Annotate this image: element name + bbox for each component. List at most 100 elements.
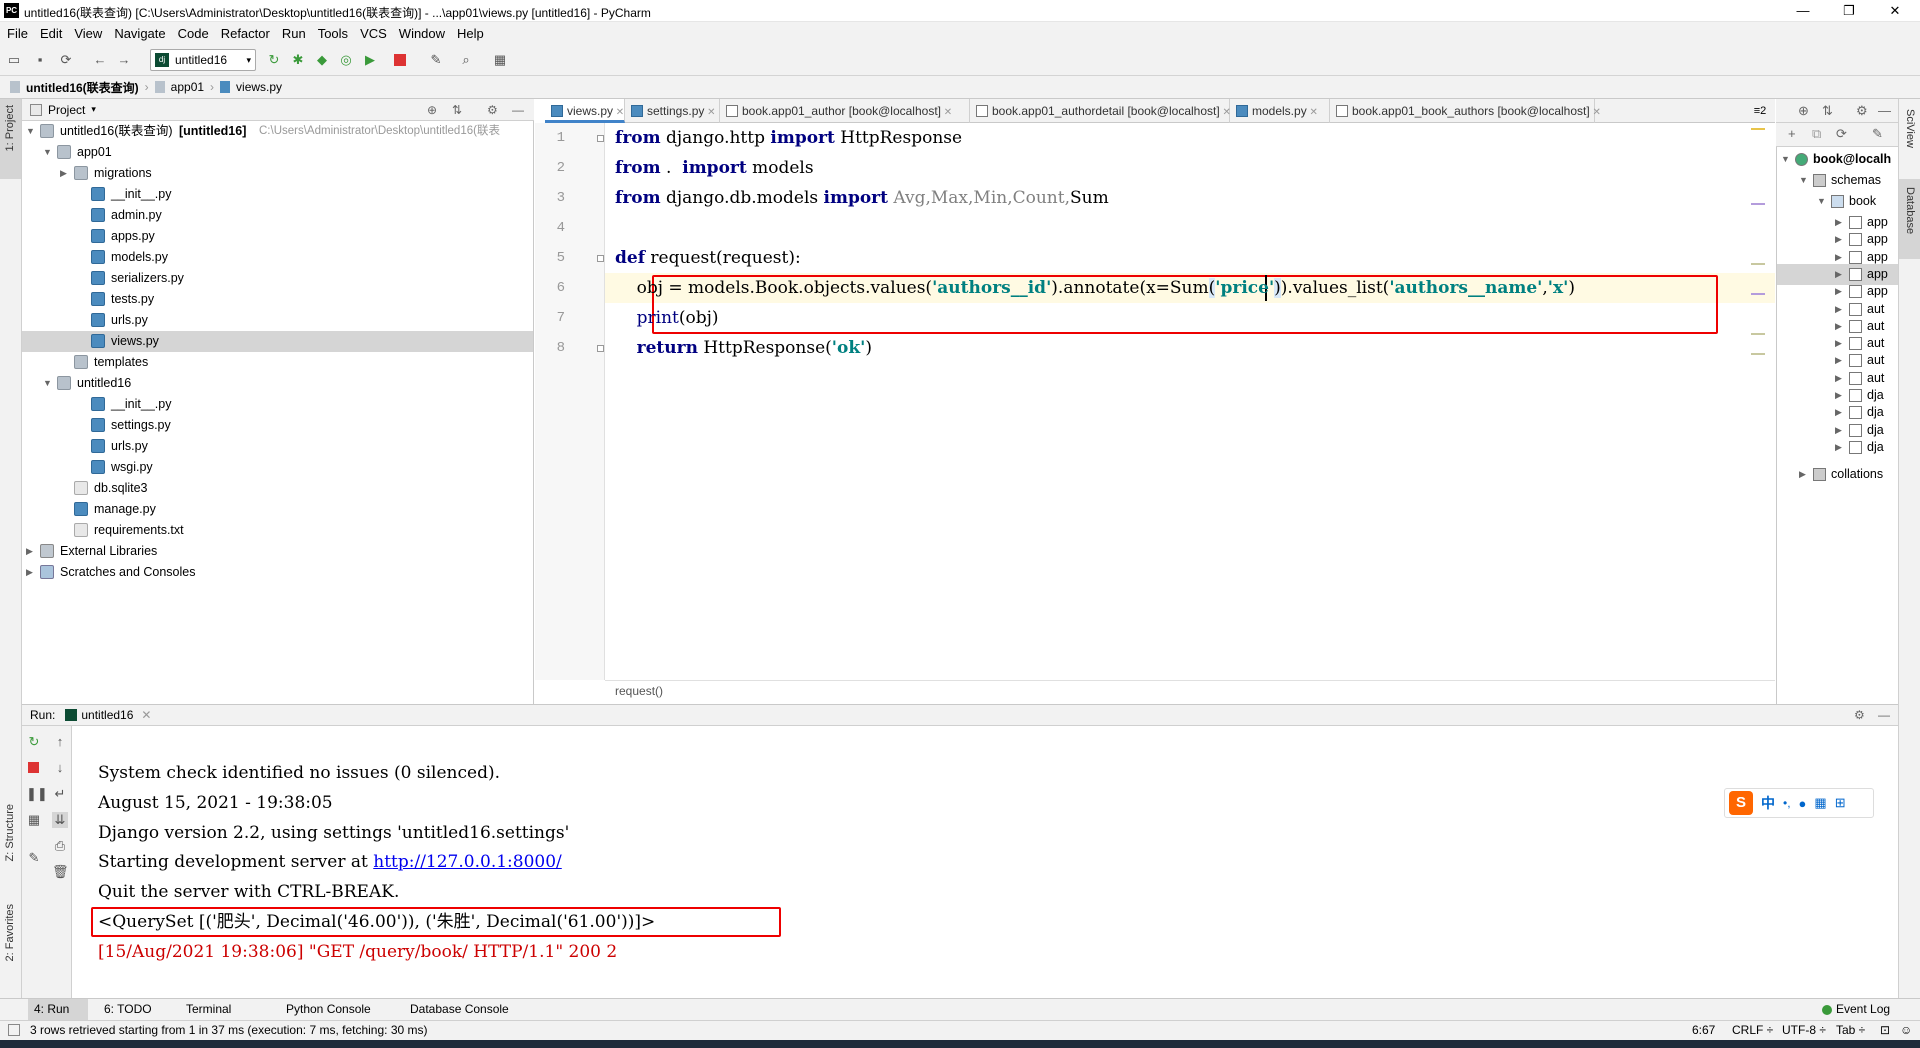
tree-item[interactable]: manage.py bbox=[22, 499, 533, 520]
db-book[interactable]: ▼ book bbox=[1777, 191, 1898, 212]
run-console[interactable]: System check identified no issues (0 sil… bbox=[73, 726, 1898, 998]
tree-item[interactable]: tests.py bbox=[22, 289, 533, 310]
globe-icon[interactable]: ⊕ bbox=[1798, 103, 1809, 119]
run-config-tab[interactable]: untitled16 bbox=[81, 708, 133, 722]
breadcrumb-project[interactable]: untitled16(联表查询) bbox=[26, 79, 139, 96]
db-table-item[interactable]: ▶ dja bbox=[1777, 437, 1898, 458]
collapse-icon[interactable]: ⇅ bbox=[1822, 103, 1833, 119]
close-icon[interactable]: ✕ bbox=[1307, 107, 1317, 118]
grid-icon[interactable]: ⊞ bbox=[1835, 795, 1846, 811]
editor-tab[interactable]: models.py ✕ bbox=[1230, 99, 1330, 123]
pause-icon[interactable]: ❚❚ bbox=[26, 786, 48, 802]
breadcrumb-app01[interactable]: app01 bbox=[171, 80, 204, 94]
panel-toggle-icon[interactable] bbox=[8, 1024, 20, 1036]
debug-icon[interactable]: ✱ bbox=[290, 52, 306, 68]
close-icon[interactable]: ✕ bbox=[1590, 107, 1600, 118]
menu-item[interactable]: Edit bbox=[40, 26, 62, 41]
close-icon[interactable]: ✕ bbox=[941, 107, 952, 118]
editor-tab[interactable]: views.py ✕ bbox=[545, 99, 625, 123]
up-arrow-icon[interactable]: ↑ bbox=[52, 734, 68, 750]
db-root[interactable]: ▼ book@localh bbox=[1777, 149, 1898, 170]
close-icon[interactable]: ✕ bbox=[613, 107, 624, 118]
edit-icon[interactable]: ✎ bbox=[1872, 126, 1883, 142]
tree-item[interactable]: views.py bbox=[22, 331, 533, 352]
run-tool-tab[interactable]: 4: Run bbox=[34, 1002, 69, 1016]
editor-tab[interactable]: book.app01_author [book@localhost] ✕ bbox=[720, 99, 970, 123]
tree-item[interactable]: serializers.py bbox=[22, 268, 533, 289]
tree-item[interactable]: ▼ app01 bbox=[22, 142, 533, 163]
structure-icon[interactable]: ▦ bbox=[492, 52, 508, 68]
fold-icon[interactable] bbox=[597, 135, 604, 142]
database-tool-tab[interactable]: Database bbox=[1904, 187, 1916, 234]
indent-setting[interactable]: Tab ÷ bbox=[1836, 1023, 1865, 1037]
chevron-right-icon[interactable]: ▶ bbox=[26, 562, 36, 583]
menu-item[interactable]: View bbox=[74, 26, 102, 41]
tree-item[interactable]: ▼ untitled16 bbox=[22, 373, 533, 394]
copy-icon[interactable]: ⧉ bbox=[1812, 126, 1821, 142]
menu-item[interactable]: Tools bbox=[318, 26, 348, 41]
menu-item[interactable]: Run bbox=[282, 26, 306, 41]
inspector-icon[interactable]: ☺ bbox=[1900, 1023, 1912, 1037]
microphone-icon[interactable]: ● bbox=[1799, 796, 1807, 811]
tree-item[interactable]: ▶ Scratches and Consoles bbox=[22, 562, 533, 583]
trash-icon[interactable]: 🗑 bbox=[52, 864, 69, 880]
todo-tool-tab[interactable]: 6: TODO bbox=[104, 1002, 152, 1016]
chevron-down-icon[interactable]: ▾ bbox=[91, 104, 96, 115]
hide-icon[interactable]: — bbox=[1878, 708, 1890, 722]
editor-tab[interactable]: book.app01_authordetail [book@localhost]… bbox=[970, 99, 1231, 123]
scroll-to-end-icon[interactable]: ⇊ bbox=[52, 812, 68, 828]
fold-icon[interactable] bbox=[597, 255, 604, 262]
database-console-tool-tab[interactable]: Database Console bbox=[410, 1002, 509, 1016]
db-schemas[interactable]: ▼ schemas bbox=[1777, 170, 1898, 191]
tree-item[interactable]: models.py bbox=[22, 247, 533, 268]
layout-icon[interactable]: ▦ bbox=[26, 812, 42, 828]
tree-item[interactable]: __init__.py bbox=[22, 394, 533, 415]
sync-icon[interactable]: ⟳ bbox=[58, 52, 74, 68]
minimize-button[interactable]: — bbox=[1780, 0, 1826, 22]
python-console-tool-tab[interactable]: Python Console bbox=[286, 1002, 371, 1016]
ime-punct[interactable]: •, bbox=[1783, 796, 1791, 810]
save-icon[interactable]: ▪ bbox=[32, 52, 48, 68]
lock-icon[interactable]: ⊡ bbox=[1880, 1023, 1890, 1037]
project-view-label[interactable]: Project bbox=[48, 103, 85, 117]
search-icon[interactable]: ⌕ bbox=[458, 52, 474, 68]
close-icon[interactable]: ✕ bbox=[141, 708, 151, 722]
fold-icon[interactable] bbox=[597, 345, 604, 352]
wrench-icon[interactable]: ✎ bbox=[428, 52, 444, 68]
restore-button[interactable]: ❐ bbox=[1826, 0, 1872, 22]
file-encoding[interactable]: UTF-8 ÷ bbox=[1782, 1023, 1826, 1037]
run-target-icon[interactable]: ▶ bbox=[362, 52, 378, 68]
soft-wrap-icon[interactable]: ↵ bbox=[52, 786, 68, 802]
editor-tab[interactable]: settings.py ✕ bbox=[625, 99, 720, 123]
close-icon[interactable]: ✕ bbox=[704, 107, 715, 118]
chevron-down-icon[interactable]: ▼ bbox=[43, 142, 53, 163]
menu-item[interactable]: Code bbox=[178, 26, 209, 41]
locate-icon[interactable]: ⊕ bbox=[427, 103, 437, 117]
pin-icon[interactable]: ✎ bbox=[26, 850, 42, 866]
chevron-down-icon[interactable]: ▼ bbox=[43, 373, 53, 394]
structure-tool-tab[interactable]: Z: Structure bbox=[4, 804, 16, 861]
gear-icon[interactable]: ⚙ bbox=[487, 103, 498, 117]
sciview-tool-tab[interactable]: SciView bbox=[1904, 109, 1916, 148]
tree-item[interactable]: ▶ External Libraries bbox=[22, 541, 533, 562]
print-icon[interactable]: ⎙ bbox=[52, 838, 68, 854]
editor-tab[interactable]: book.app01_book_authors [book@localhost]… bbox=[1330, 99, 1601, 123]
rerun-icon[interactable]: ↻ bbox=[266, 52, 282, 68]
tree-item[interactable]: ▶ migrations bbox=[22, 163, 533, 184]
tree-item[interactable]: requirements.txt bbox=[22, 520, 533, 541]
code-editor[interactable]: from django.http import HttpResponse from… bbox=[605, 123, 1775, 680]
profile-icon[interactable]: ◎ bbox=[338, 52, 354, 68]
keyboard-icon[interactable]: ▦ bbox=[1814, 795, 1826, 811]
hide-icon[interactable]: — bbox=[512, 103, 524, 117]
menu-item[interactable]: Navigate bbox=[114, 26, 165, 41]
tree-item[interactable]: wsgi.py bbox=[22, 457, 533, 478]
line-separator[interactable]: CRLF ÷ bbox=[1732, 1023, 1773, 1037]
tree-item[interactable]: templates bbox=[22, 352, 533, 373]
tree-item[interactable]: urls.py bbox=[22, 310, 533, 331]
server-url-link[interactable]: http://127.0.0.1:8000/ bbox=[373, 852, 562, 872]
tree-item[interactable]: db.sqlite3 bbox=[22, 478, 533, 499]
refresh-icon[interactable]: ⟳ bbox=[1836, 126, 1847, 142]
coverage-icon[interactable]: ◆ bbox=[314, 52, 330, 68]
add-icon[interactable]: + bbox=[1788, 126, 1796, 141]
close-button[interactable]: ✕ bbox=[1872, 0, 1918, 22]
